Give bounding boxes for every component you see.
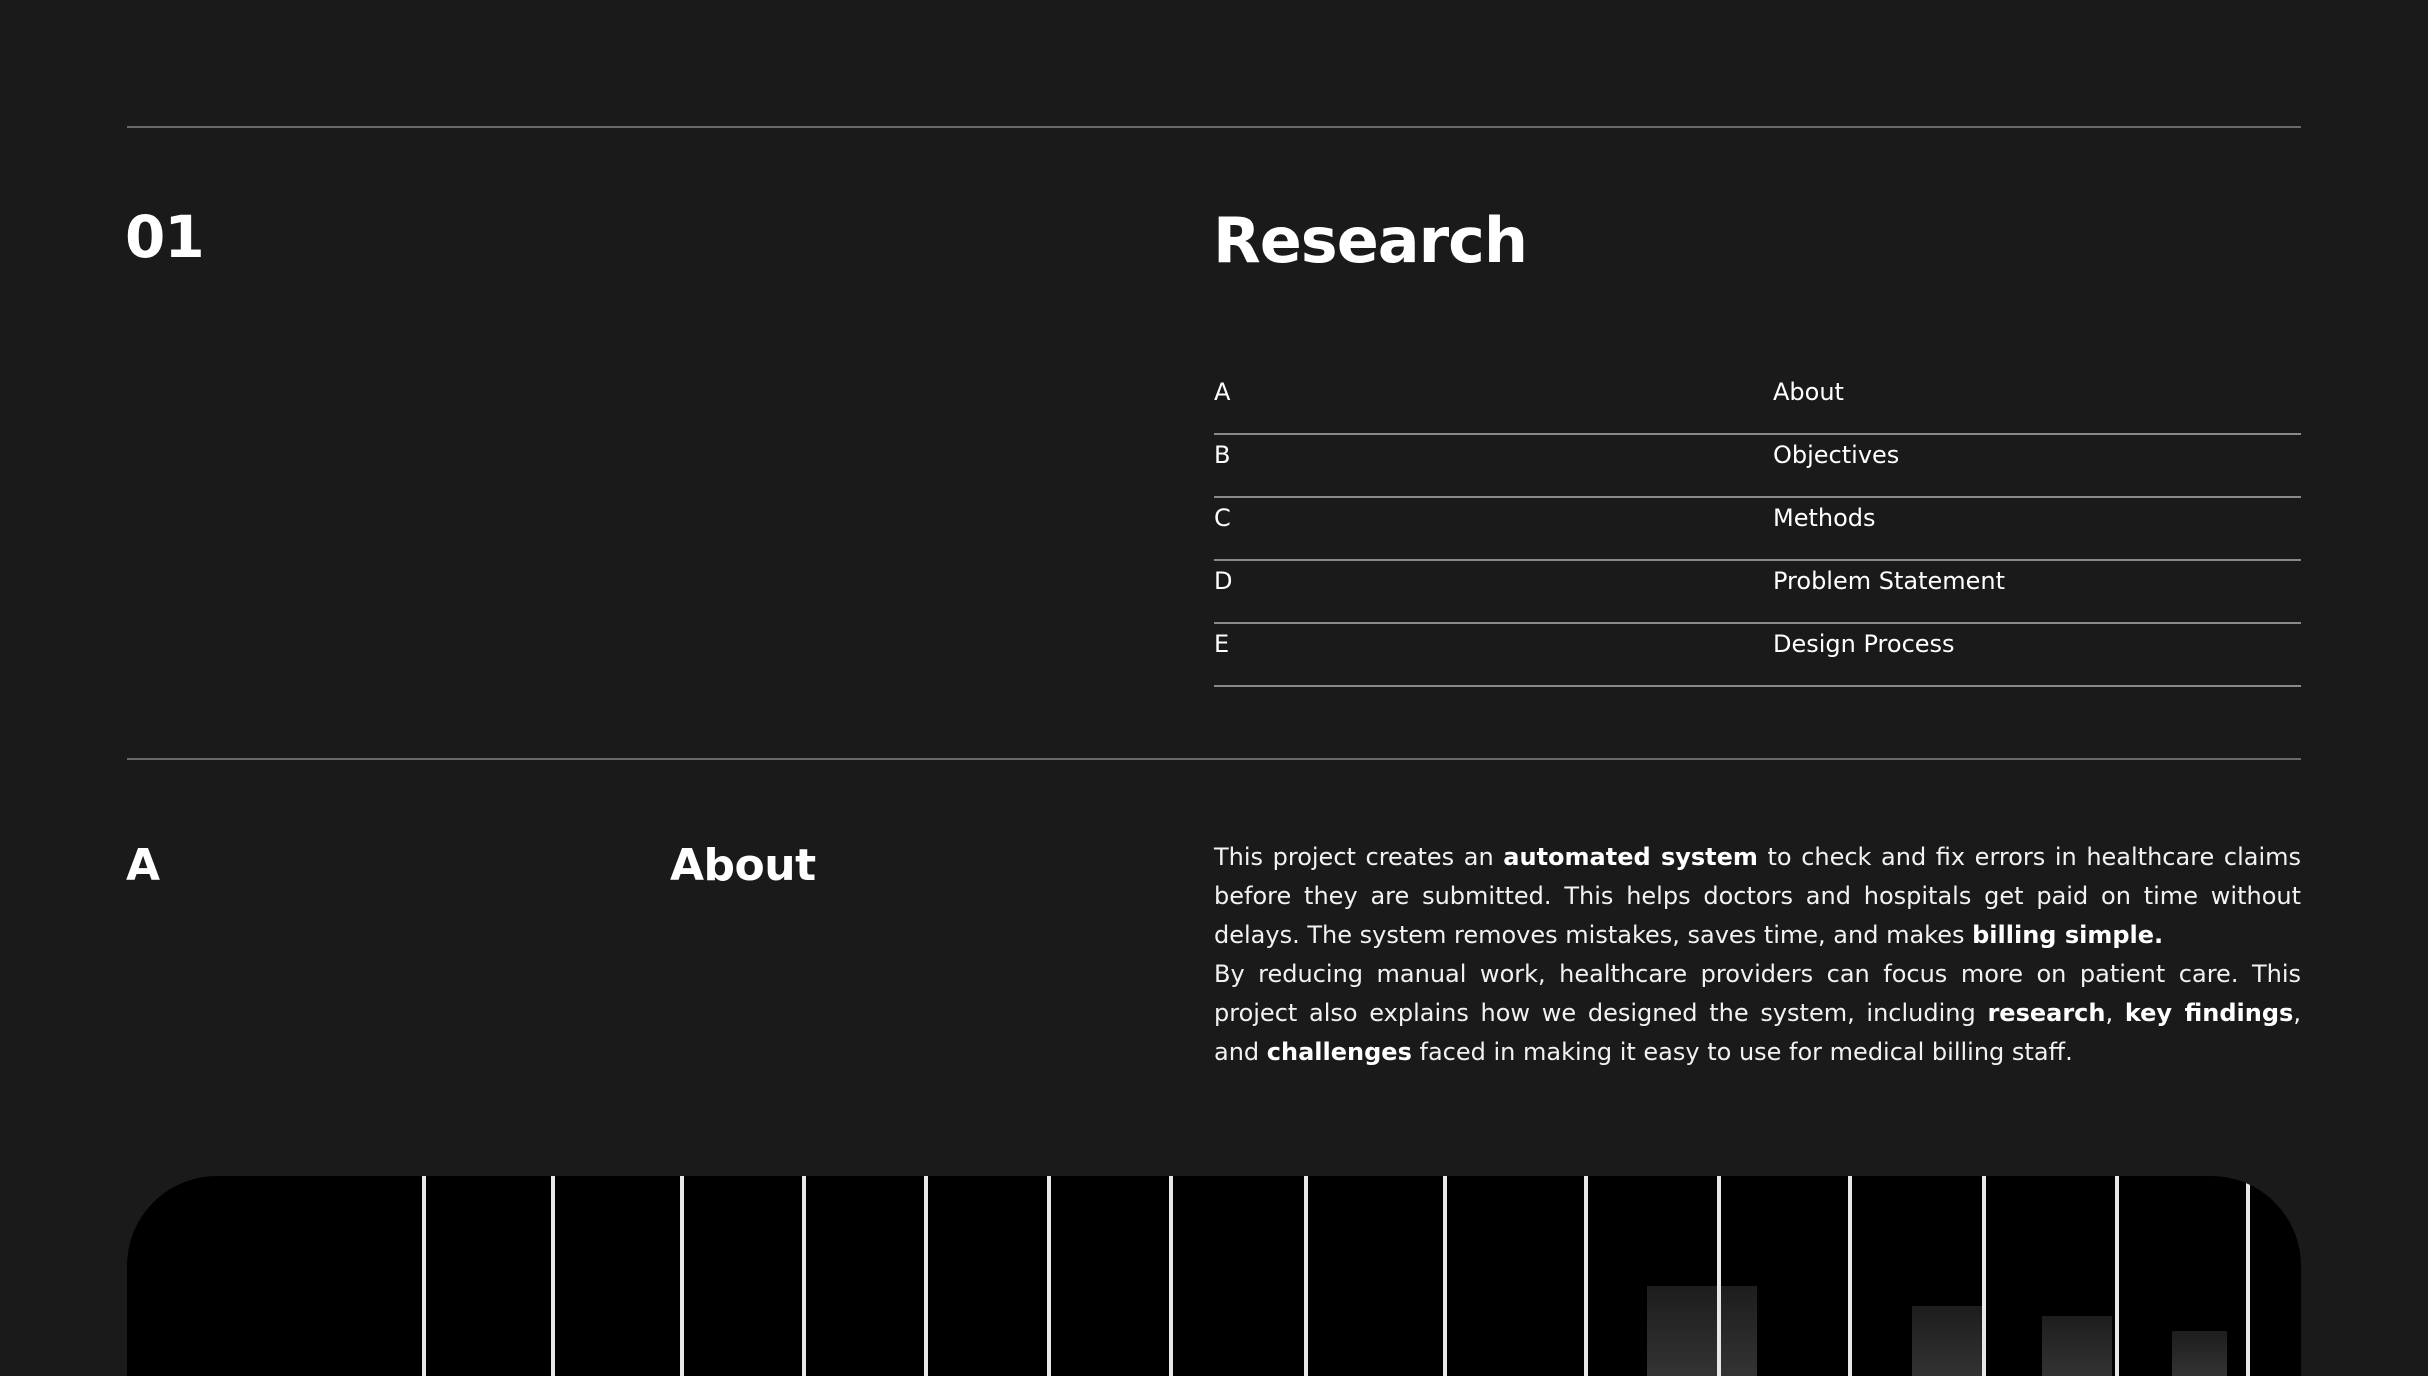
image-stripe [924,1176,928,1376]
image-shadow [2172,1331,2227,1376]
table-of-contents: A About B Objectives C Methods D Problem… [1214,372,2301,687]
text-run: , [2105,999,2125,1027]
hero-image [127,1176,2301,1376]
toc-letter: C [1214,504,1231,532]
section-title: Research [1213,204,1528,277]
image-stripe [680,1176,684,1376]
image-stripe [1047,1176,1051,1376]
toc-item-about[interactable]: A About [1214,372,2301,435]
image-stripe [1169,1176,1173,1376]
toc-label: About [1773,378,1844,406]
toc-letter: A [1214,378,1231,406]
text-run: faced in making it easy to use for medic… [1411,1038,2073,1066]
image-stripe [1584,1176,1588,1376]
about-description: This project creates an automated system… [1214,838,2301,1072]
toc-letter: B [1214,441,1231,469]
image-shadow [1647,1286,1757,1376]
image-stripe [1717,1176,1721,1376]
toc-label: Problem Statement [1773,567,2006,595]
subsection-letter: A [126,840,161,891]
toc-item-methods[interactable]: C Methods [1214,498,2301,561]
image-stripe [2246,1176,2250,1376]
top-divider [127,126,2301,128]
toc-label: Methods [1773,504,1876,532]
image-shadow [2042,1316,2112,1376]
image-stripe [551,1176,555,1376]
image-stripe [422,1176,426,1376]
toc-letter: D [1214,567,1233,595]
image-stripe [802,1176,806,1376]
emphasis-key-findings: key findings [2124,999,2294,1027]
emphasis-billing-simple: billing simple. [1972,921,2164,949]
about-paragraph-1: This project creates an automated system… [1214,838,2301,955]
toc-letter: E [1214,630,1230,658]
toc-label: Objectives [1773,441,1900,469]
toc-item-objectives[interactable]: B Objectives [1214,435,2301,498]
section-number: 01 [125,203,205,271]
image-stripe [1443,1176,1447,1376]
image-stripe [1848,1176,1852,1376]
about-paragraph-2: By reducing manual work, healthcare prov… [1214,955,2301,1072]
image-stripe [1304,1176,1308,1376]
section-divider [127,758,2301,760]
toc-item-problem-statement[interactable]: D Problem Statement [1214,561,2301,624]
toc-label: Design Process [1773,630,1955,658]
toc-item-design-process[interactable]: E Design Process [1214,624,2301,687]
emphasis-automated-system: automated system [1503,843,1758,871]
image-stripe [2115,1176,2119,1376]
image-stripe [1982,1176,1986,1376]
subsection-title: About [670,840,816,891]
emphasis-challenges: challenges [1266,1038,1412,1066]
emphasis-research: research [1987,999,2106,1027]
text-run: This project creates an [1214,843,1504,871]
